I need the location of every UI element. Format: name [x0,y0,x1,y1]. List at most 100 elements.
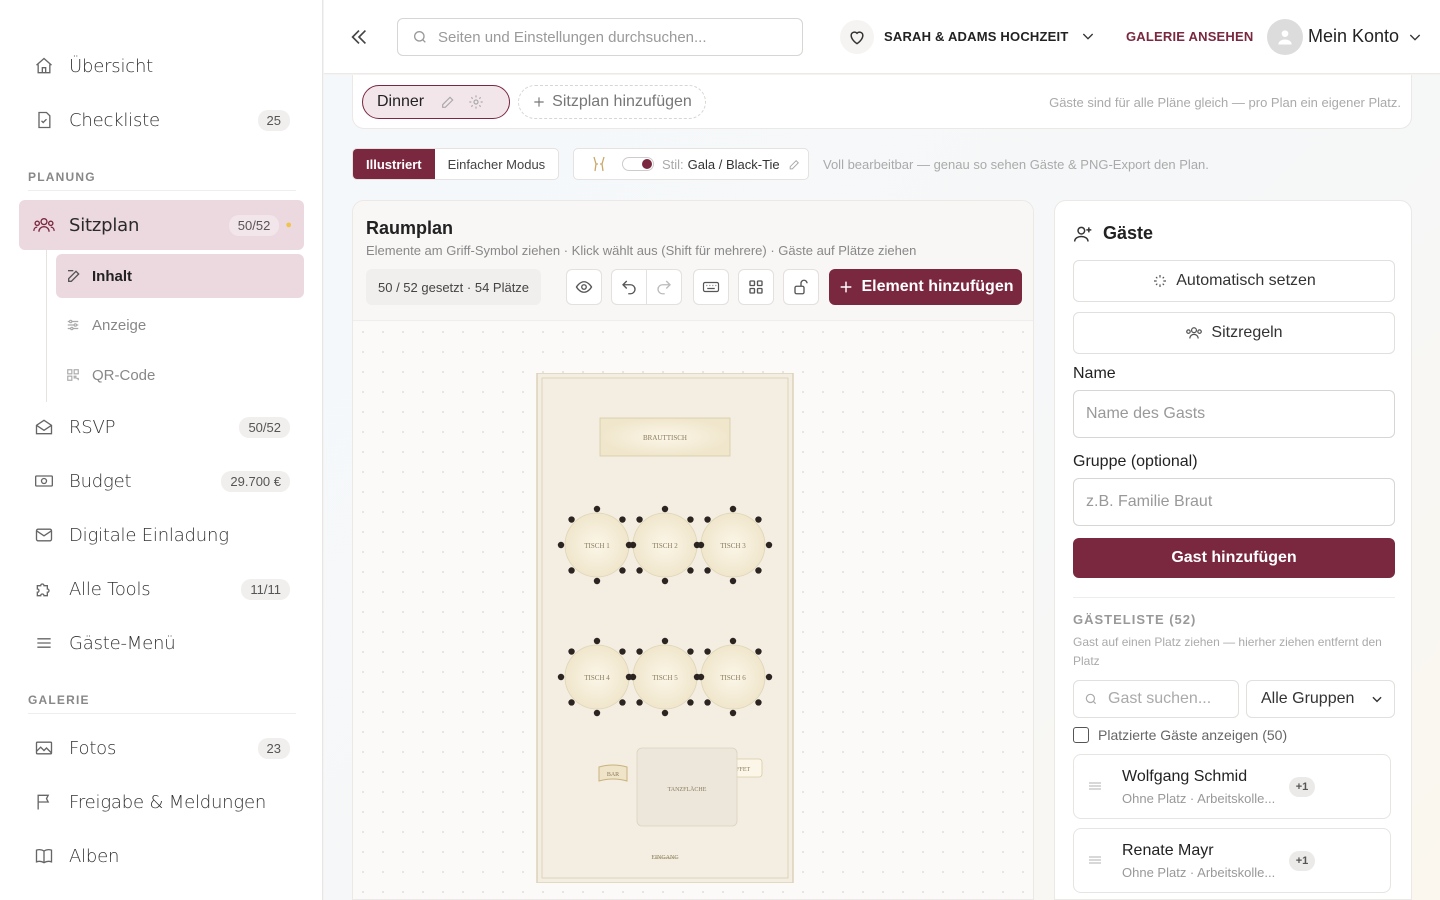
redo-button[interactable] [646,269,682,305]
chair[interactable] [729,505,737,513]
chair[interactable] [729,637,737,645]
chair[interactable] [619,648,626,655]
collapse-sidebar-button[interactable] [344,22,374,52]
chair[interactable] [687,648,694,655]
sidebar-item-albums[interactable]: Alben [19,831,304,881]
sidebar-item-tools[interactable]: Alle Tools 11/11 [19,564,304,614]
chair[interactable] [704,648,711,655]
chair[interactable] [765,541,773,549]
chair[interactable] [704,699,711,706]
pencil-icon[interactable] [440,94,456,110]
chair[interactable] [568,699,575,706]
sidebar-item-budget[interactable]: Budget 29.700 € [19,456,304,506]
checkbox[interactable] [1073,727,1089,743]
drag-handle-icon[interactable] [1088,855,1102,865]
floor-plan[interactable]: BRAUTTISCH TISCH 1 TISCH 2 TISCH 3 TISCH… [475,373,855,883]
grid-button[interactable] [738,269,774,305]
chair[interactable] [661,505,669,513]
chair[interactable] [755,699,762,706]
sidebar-item-photos[interactable]: Fotos 23 [19,723,304,773]
lock-button[interactable] [783,269,819,305]
chair[interactable] [661,709,669,717]
guest-group-input[interactable]: z.B. Familie Braut [1073,478,1395,526]
chair[interactable] [755,567,762,574]
mode-simple-button[interactable]: Einfacher Modus [435,149,559,179]
chair[interactable] [729,709,737,717]
style-toggle[interactable] [622,157,654,171]
subitem-content[interactable]: Inhalt [56,254,304,298]
chair[interactable] [636,648,643,655]
chair[interactable] [568,516,575,523]
chair[interactable] [593,505,601,513]
chair[interactable] [636,567,643,574]
sidebar-item-rsvp[interactable]: RSVP 50/52 [19,402,304,452]
auto-assign-button[interactable]: Automatisch setzen [1073,260,1395,302]
chair[interactable] [704,567,711,574]
divider [28,713,296,714]
sidebar-item-sharing[interactable]: Freigabe & Meldungen [19,777,304,827]
view-gallery-link[interactable]: GALERIE ANSEHEN [1126,29,1253,44]
pencil-icon[interactable] [788,158,801,171]
group-filter-select[interactable]: Alle Gruppen [1246,680,1395,718]
chair[interactable] [729,577,737,585]
sidebar-item-guest-menu[interactable]: Gäste-Menü [19,618,304,668]
sidebar-item-seating[interactable]: Sitzplan 50/52 ● [19,200,304,250]
sidebar-item-checklist[interactable]: Checkliste 25 [19,95,304,145]
sidebar-item-overview[interactable]: Übersicht [19,41,304,91]
add-guest-button[interactable]: Gast hinzufügen [1073,538,1395,578]
subitem-display[interactable]: Anzeige [56,303,304,347]
chair[interactable] [568,567,575,574]
chair[interactable] [661,637,669,645]
book-icon [33,845,55,867]
drag-handle-icon[interactable] [1088,781,1102,791]
undo-button[interactable] [611,269,647,305]
preview-button[interactable] [566,269,602,305]
chair[interactable] [693,673,701,681]
chair[interactable] [687,516,694,523]
guest-list-item[interactable]: Renate Mayr Ohne Platz · Arbeitskolle...… [1073,828,1391,893]
chair[interactable] [765,673,773,681]
chair[interactable] [687,699,694,706]
event-switcher[interactable]: SARAH & ADAMS HOCHZEIT [884,28,1096,44]
add-element-button[interactable]: Element hinzufügen [829,269,1022,305]
seating-rules-button[interactable]: Sitzregeln [1073,312,1395,354]
chair[interactable] [619,567,626,574]
chair[interactable] [704,516,711,523]
gear-icon[interactable] [468,94,484,110]
subnav-line [46,250,47,402]
guest-search-input[interactable]: Gast suchen... [1073,680,1239,718]
chair[interactable] [593,577,601,585]
qr-icon [66,368,82,382]
chair[interactable] [625,673,633,681]
chair[interactable] [619,516,626,523]
mode-illustrated-button[interactable]: Illustriert [353,149,435,179]
plan-tabs: Dinner Sitzplan hinzufügen Gäste sind fü… [352,75,1412,129]
account-menu[interactable]: Mein Konto [1308,26,1423,47]
show-placed-checkbox[interactable]: Platzierte Gäste anzeigen (50) [1073,727,1287,743]
chair[interactable] [568,648,575,655]
avatar[interactable] [1267,19,1303,55]
chair[interactable] [619,699,626,706]
chair[interactable] [593,709,601,717]
plan-tab-dinner[interactable]: Dinner [362,85,510,119]
add-plan-button[interactable]: Sitzplan hinzufügen [518,85,706,119]
chair[interactable] [593,637,601,645]
guest-name: Renate Mayr [1122,842,1214,859]
chair[interactable] [755,516,762,523]
search-input[interactable]: Seiten und Einstellungen durchsuchen... [397,18,803,56]
chair[interactable] [557,673,565,681]
keyboard-button[interactable] [693,269,729,305]
guest-name-input[interactable]: Name des Gasts [1073,390,1395,438]
chair[interactable] [625,541,633,549]
chair[interactable] [755,648,762,655]
chair[interactable] [636,699,643,706]
style-selector[interactable]: Stil: Gala / Black-Tie [573,148,809,180]
chair[interactable] [557,541,565,549]
sidebar-item-invitation[interactable]: Digitale Einladung [19,510,304,560]
guest-list-item[interactable]: Wolfgang Schmid Ohne Platz · Arbeitskoll… [1073,754,1391,819]
chair[interactable] [636,516,643,523]
chair[interactable] [687,567,694,574]
chair[interactable] [693,541,701,549]
subitem-qr[interactable]: QR-Code [56,353,304,397]
chair[interactable] [661,577,669,585]
